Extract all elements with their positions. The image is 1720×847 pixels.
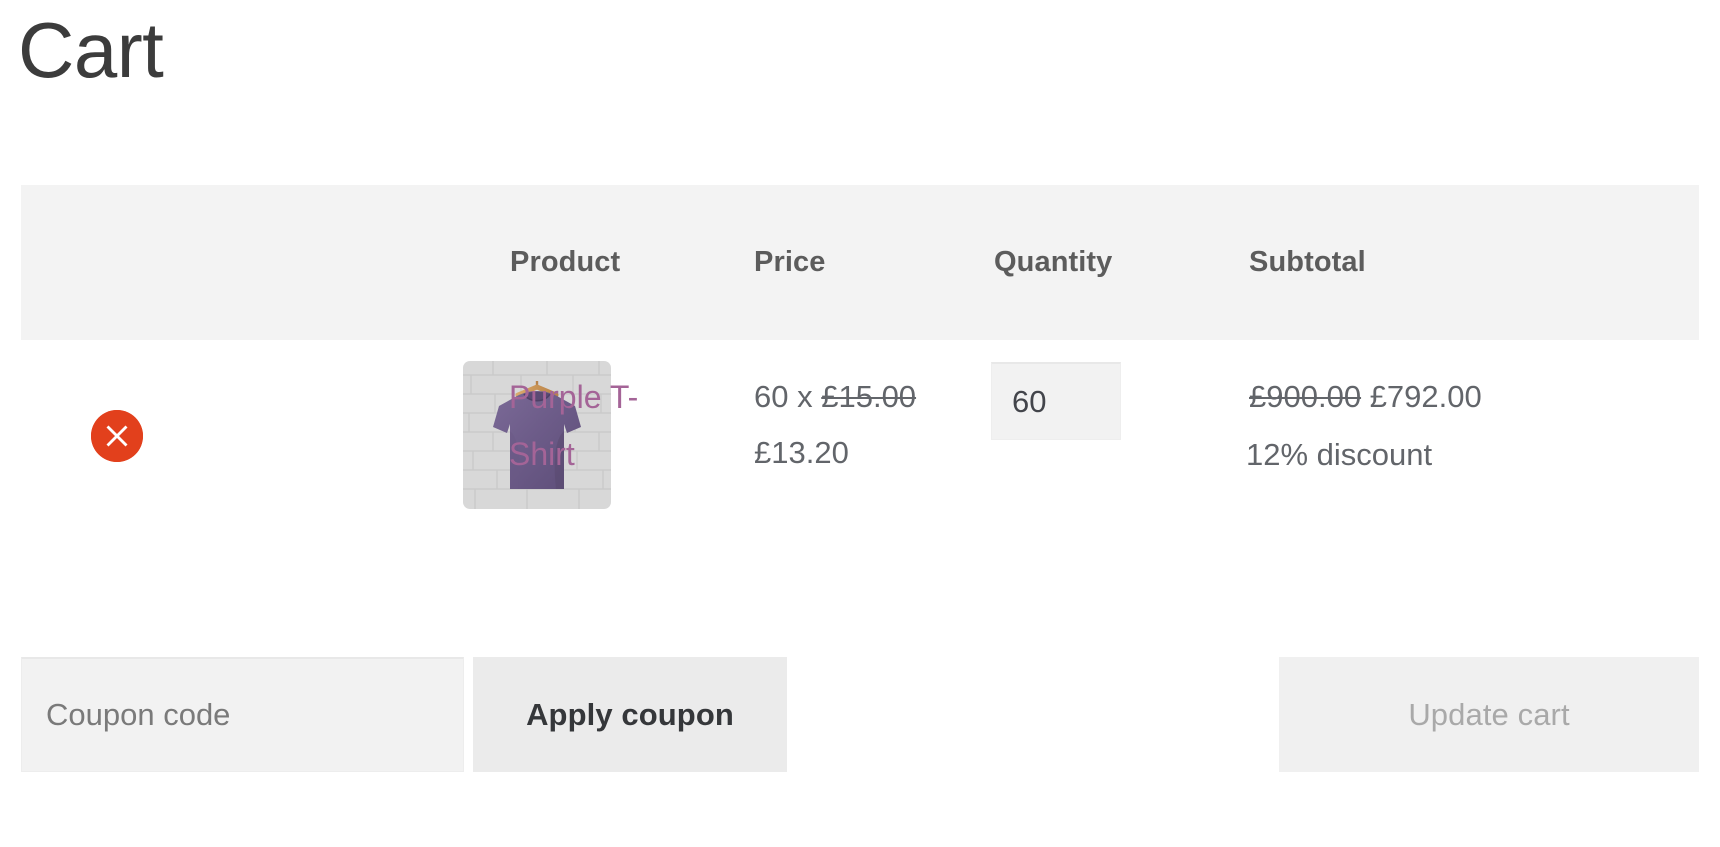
cart-table-body: Purple T-Shirt 60 x £15.00 £13.20 £900.0… xyxy=(21,340,1699,631)
table-row: Purple T-Shirt 60 x £15.00 £13.20 £900.0… xyxy=(21,340,1699,631)
subtotal-regular: £900.00 xyxy=(1249,379,1362,414)
price-cell: 60 x £15.00 £13.20 xyxy=(751,340,991,631)
remove-item-button[interactable] xyxy=(91,410,143,462)
price-quantity-prefix: 60 x xyxy=(754,379,813,414)
cart-actions: Apply coupon Update cart xyxy=(21,657,1699,772)
cart-table: Product Price Quantity Subtotal Purple T… xyxy=(21,185,1699,631)
subtotal-cell: £900.00 £792.00 12% discount xyxy=(1246,340,1699,631)
remove-cell xyxy=(21,340,211,631)
thumbnail-cell xyxy=(211,340,611,631)
header-product: Product xyxy=(510,246,621,278)
header-subtotal: Subtotal xyxy=(1249,246,1366,278)
header-thumbnail xyxy=(211,185,506,340)
header-remove xyxy=(21,185,211,340)
price-regular: £15.00 xyxy=(821,379,917,414)
cart-page: Cart Product Price Quantity Subtotal Pur… xyxy=(0,0,1720,847)
price-sale: £13.20 xyxy=(754,435,849,471)
quantity-input[interactable] xyxy=(991,362,1121,440)
quantity-cell xyxy=(991,340,1246,631)
price-value: 60 x £15.00 £13.20 xyxy=(751,369,931,482)
header-quantity: Quantity xyxy=(994,246,1113,278)
apply-coupon-button[interactable]: Apply coupon xyxy=(473,657,787,772)
cart-table-header: Product Price Quantity Subtotal xyxy=(21,185,1699,340)
discount-note: 12% discount xyxy=(1246,437,1433,473)
coupon-code-input[interactable] xyxy=(21,657,464,772)
header-price: Price xyxy=(754,246,826,278)
update-cart-button[interactable]: Update cart xyxy=(1279,657,1699,772)
close-circle-icon xyxy=(91,410,143,462)
header-row: Product Price Quantity Subtotal xyxy=(21,185,1699,340)
subtotal-sale: £792.00 xyxy=(1369,379,1482,414)
subtotal-value: £900.00 £792.00 xyxy=(1246,369,1699,425)
page-title: Cart xyxy=(18,6,164,94)
